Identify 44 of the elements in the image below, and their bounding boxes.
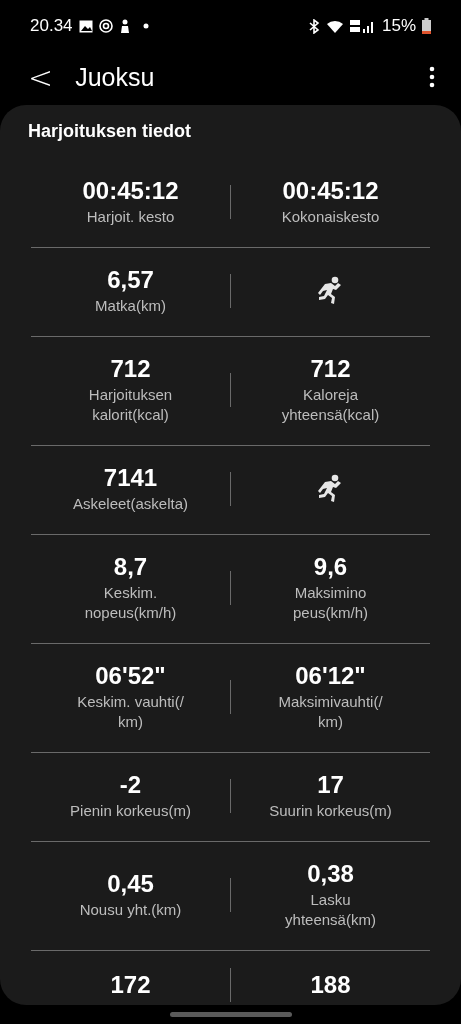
stat-label: Askeleet(askelta): [72, 494, 189, 514]
stat-value: -2: [119, 770, 142, 800]
stat-label: Keskim. vauhti(/ km): [77, 692, 184, 732]
stat-label: Maksimivauhti(/ km): [278, 692, 383, 732]
stat-value: 712: [310, 354, 351, 384]
bluetooth-icon: [307, 18, 320, 34]
stat-label: Suurin korkeus(m): [269, 801, 392, 821]
stat-label: Lasku yhteensä(km): [285, 890, 376, 930]
stat-value: 0,45: [107, 869, 154, 899]
stat-value: 06'12": [295, 661, 366, 691]
stat-value: 172: [110, 970, 151, 1000]
status-time: 20.34: [30, 16, 73, 36]
stat-value: 06'52": [95, 661, 166, 691]
battery-percent: 15%: [381, 16, 416, 36]
stat-value: 17: [317, 770, 344, 800]
stat-value: 0,38: [307, 859, 354, 889]
stat-value: 00:45:12: [82, 176, 179, 206]
stat-label: Harjoituksen kalorit(kcal): [88, 385, 173, 425]
stat-label: Pienin korkeus(m): [70, 801, 191, 821]
battery-icon: [422, 18, 431, 34]
stat-label: Harjoit. kesto: [86, 207, 175, 227]
stat-value: 8,7: [113, 552, 148, 582]
image-icon: [78, 19, 93, 33]
stat-label: Maksimino peus(km/h): [293, 583, 368, 623]
stat-label: Nousu yht.(km): [79, 900, 182, 920]
stat-label: Kaloreja yhteensä(kcal): [281, 385, 380, 425]
wifi-icon: [325, 19, 344, 33]
stat-value: 188: [310, 970, 351, 1000]
page-title: Juoksu: [75, 62, 156, 92]
stat-label: Kokonaiskesto: [281, 207, 380, 227]
stat-value: 00:45:12: [282, 176, 379, 206]
stat-label: Keskim. nopeus(km/h): [84, 583, 177, 623]
stat-value: 7141: [103, 463, 158, 493]
stat-value: 6,57: [107, 265, 154, 295]
dot-icon: [142, 23, 149, 29]
target-icon: [98, 19, 113, 33]
stat-label: Matka(km): [95, 296, 166, 316]
signal-icon: [349, 19, 376, 33]
figure-icon: [118, 18, 131, 34]
back-button[interactable]: <: [28, 59, 54, 95]
stat-value: 712: [110, 354, 151, 384]
stat-value: 9,6: [313, 552, 348, 582]
card-title: Harjoituksen tiedot: [27, 120, 193, 143]
more-options-icon[interactable]: [429, 66, 435, 88]
